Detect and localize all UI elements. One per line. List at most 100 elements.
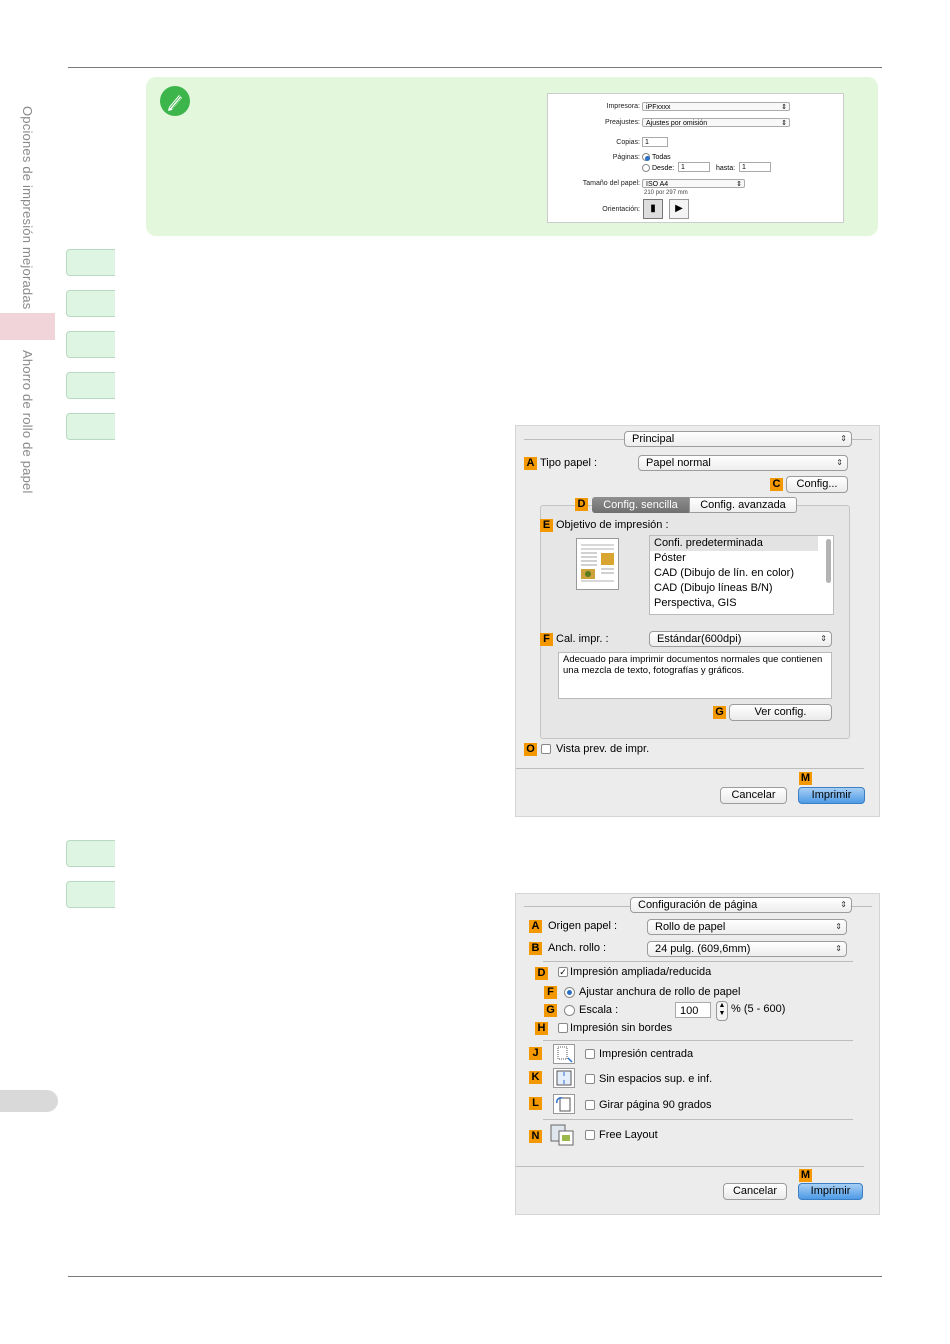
badge-M: M (799, 1169, 812, 1182)
scale-input[interactable]: 100 (675, 1002, 711, 1018)
from-input[interactable]: 1 (678, 162, 710, 172)
cancel-button[interactable]: Cancelar (723, 1183, 787, 1200)
presets-label: Preajustes: (604, 119, 640, 126)
paper-size-value: ISO A4 (646, 181, 669, 188)
pages-all-label: Todas (652, 154, 671, 161)
print-quality-label: Cal. impr. : (556, 633, 609, 645)
chevron-updown-icon: ⇕ (836, 458, 843, 467)
borderless-checkbox[interactable] (558, 1023, 568, 1033)
pages-range-radio[interactable] (642, 164, 650, 172)
badge-F: F (544, 986, 557, 999)
list-item[interactable]: Póster (654, 552, 686, 564)
page-setup-panel: Configuración de página ⇕ A Origen papel … (515, 893, 880, 1215)
portrait-icon[interactable]: ▮ (643, 199, 663, 219)
step-tab-6 (66, 840, 115, 867)
badge-L: L (529, 1097, 542, 1110)
fit-roll-width-radio[interactable] (564, 987, 575, 998)
principal-panel: Principal ⇕ A Tipo papel : Papel normal ⇕ … (515, 425, 880, 817)
subsection-title: Ahorro de rollo de papel (20, 350, 35, 494)
centered-print-label: Impresión centrada (599, 1048, 694, 1060)
badge-H: H (535, 1022, 548, 1035)
step-tab-5 (66, 413, 115, 440)
paper-size-label: Tamaño del papel: (582, 180, 640, 187)
view-config-button[interactable]: Ver config. (729, 704, 832, 721)
divider (543, 961, 853, 962)
badge-G: G (713, 706, 726, 719)
config-button[interactable]: Config... (786, 476, 848, 493)
badge-A: A (524, 457, 537, 470)
paper-source-select[interactable]: Rollo de papel ⇕ (647, 919, 847, 935)
scale-radio[interactable] (564, 1005, 575, 1016)
badge-G: G (544, 1004, 557, 1017)
presets-select[interactable]: Ajustes por omisión ⇕ (642, 118, 790, 127)
side-active-tab (0, 313, 55, 340)
badge-N: N (529, 1130, 542, 1143)
rotate-page-icon (553, 1094, 575, 1114)
orientation-label: Orientación: (602, 206, 640, 213)
chevron-updown-icon: ⇕ (781, 120, 787, 127)
list-item[interactable]: Perspectiva, GIS (654, 597, 737, 609)
centered-print-checkbox[interactable] (585, 1049, 595, 1059)
print-quality-select[interactable]: Estándar(600dpi) ⇕ (649, 631, 832, 647)
panel-menu-select[interactable]: Principal ⇕ (624, 431, 852, 447)
divider (543, 1119, 853, 1120)
badge-D: D (575, 498, 588, 511)
to-input[interactable]: 1 (739, 162, 771, 172)
enlarge-reduce-label: Impresión ampliada/reducida (570, 966, 712, 978)
step-tab-1 (66, 249, 115, 276)
print-button[interactable]: Imprimir (798, 787, 865, 804)
printer-label: Impresora: (606, 103, 640, 110)
paper-source-value: Rollo de papel (655, 921, 726, 933)
badge-E: E (540, 519, 553, 532)
document-preview-icon (576, 538, 619, 590)
paper-type-select[interactable]: Papel normal ⇕ (638, 455, 848, 471)
pages-from-label: Desde: (652, 165, 675, 172)
quality-description: Adecuado para imprimir documentos normal… (558, 652, 832, 699)
free-layout-checkbox[interactable] (585, 1130, 595, 1140)
paper-source-label: Origen papel : (548, 920, 618, 932)
panel-menu-select[interactable]: Configuración de página ⇕ (630, 897, 852, 913)
objective-list[interactable]: Confi. predeterminada Póster CAD (Dibujo… (649, 535, 834, 615)
divider (524, 439, 624, 440)
paper-size-select[interactable]: ISO A4 ⇕ (642, 179, 745, 188)
divider (516, 768, 864, 769)
list-item[interactable]: CAD (Dibujo líneas B/N) (654, 582, 773, 594)
preview-checkbox[interactable] (541, 744, 551, 754)
presets-value: Ajustes por omisión (646, 120, 708, 127)
badge-B: B (529, 942, 542, 955)
no-spaces-label: Sin espacios sup. e inf. (599, 1073, 713, 1085)
badge-M: M (799, 772, 812, 785)
copies-label: Copias: (616, 139, 640, 146)
pages-all-radio[interactable] (642, 153, 650, 161)
roll-width-select[interactable]: 24 pulg. (609,6mm) ⇕ (647, 941, 847, 957)
copies-input[interactable]: 1 (642, 137, 668, 147)
list-item[interactable]: Confi. predeterminada (654, 537, 763, 549)
chevron-updown-icon: ⇕ (820, 634, 827, 643)
step-tab-3 (66, 331, 115, 358)
free-layout-icon (550, 1123, 576, 1147)
print-button[interactable]: Imprimir (798, 1183, 863, 1200)
badge-J: J (529, 1047, 542, 1060)
chevron-updown-icon: ⇕ (736, 181, 742, 188)
cancel-button[interactable]: Cancelar (720, 787, 787, 804)
landscape-icon[interactable]: ▶ (669, 199, 689, 219)
list-item[interactable]: CAD (Dibujo de lín. en color) (654, 567, 794, 579)
step-tab-2 (66, 290, 115, 317)
panel-menu-value: Principal (632, 433, 675, 445)
list-scrollbar[interactable] (826, 539, 831, 583)
tab-simple-config[interactable]: Config. sencilla (592, 497, 689, 513)
badge-D: D (535, 967, 548, 980)
scale-stepper[interactable]: ▲ ▼ (716, 1001, 728, 1021)
no-spaces-checkbox[interactable] (585, 1074, 595, 1084)
badge-A: A (529, 920, 542, 933)
divider (524, 906, 630, 907)
rotate-page-checkbox[interactable] (585, 1100, 595, 1110)
tab-advanced-config[interactable]: Config. avanzada (689, 497, 797, 513)
divider (852, 906, 872, 907)
enlarge-reduce-checkbox[interactable]: ✓ (558, 967, 568, 977)
mini-print-dialog: Impresora: iPFxxxx ⇕ Preajustes: Ajustes … (547, 93, 844, 223)
badge-K: K (529, 1071, 542, 1084)
step-tab-4 (66, 372, 115, 399)
to-label: hasta: (716, 165, 736, 172)
printer-select[interactable]: iPFxxxx ⇕ (642, 102, 790, 111)
